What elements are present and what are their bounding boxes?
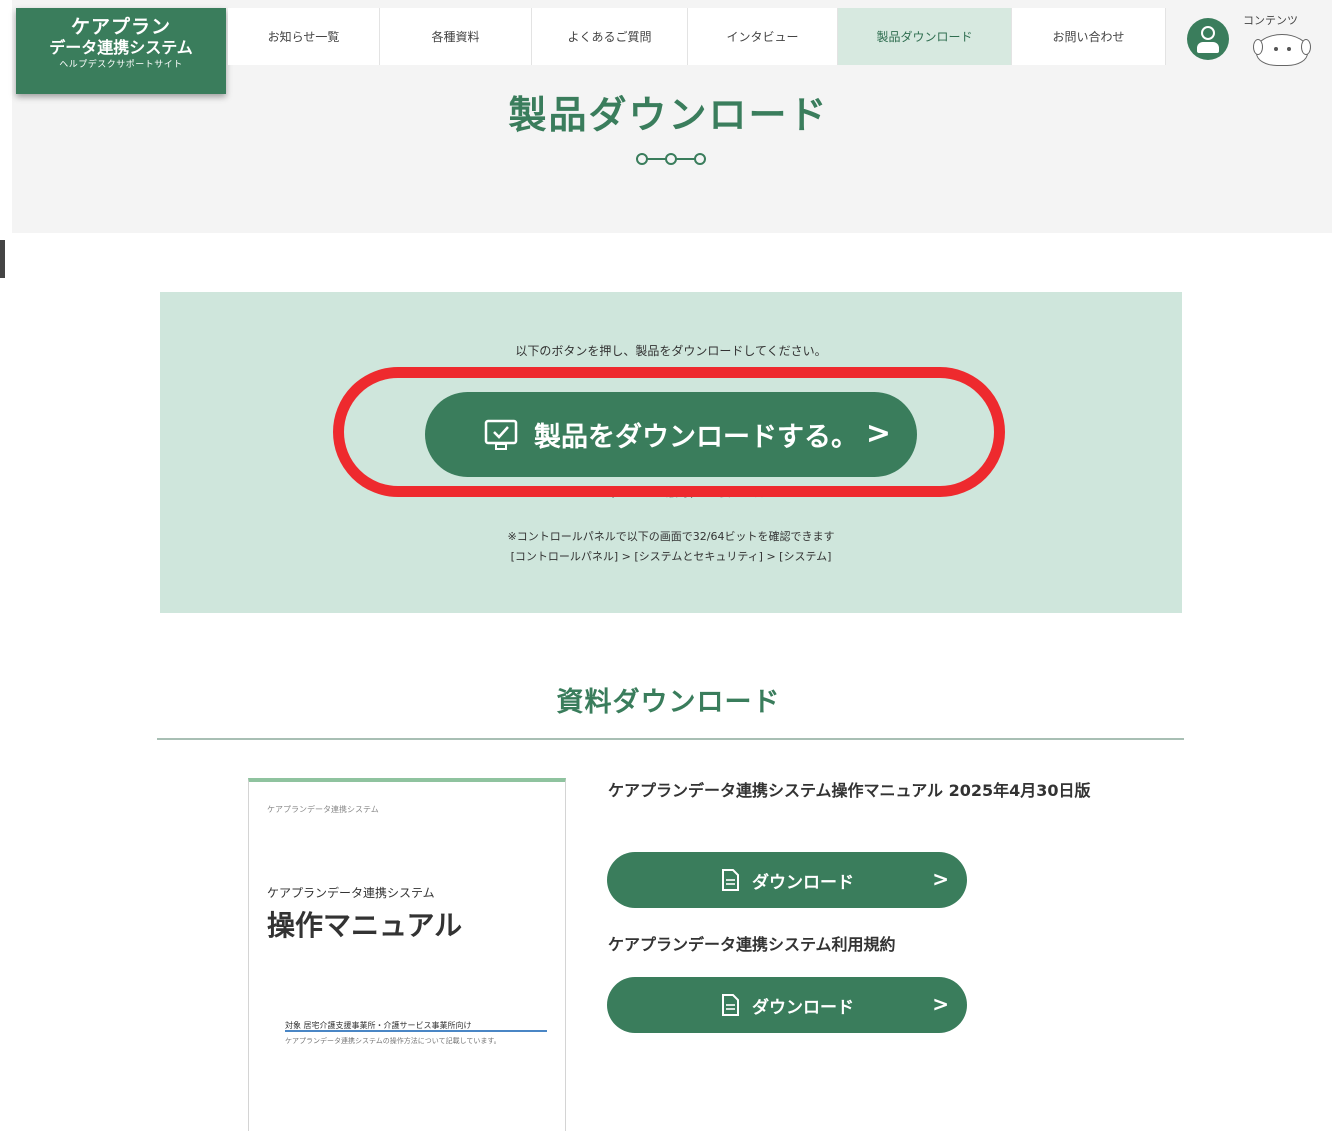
download-instruction: 以下のボタンを押し、製品をダウンロードしてください。 <box>515 344 827 358</box>
section-divider <box>157 738 1184 740</box>
title-decoration-icon <box>636 153 706 165</box>
manual-download-button[interactable]: ダウンロード > <box>607 852 967 908</box>
preview-header-text: ケアプランデータ連携システム <box>267 805 379 814</box>
manual-download-label: ダウンロード <box>752 872 854 893</box>
nav-item-product-download[interactable]: 製品ダウンロード <box>838 8 1012 65</box>
page-title: 製品ダウンロード <box>508 93 829 137</box>
preview-footer-line2: ケアプランデータ連携システムの操作方法について記載しています。 <box>285 1037 501 1045</box>
chevron-right-icon: > <box>932 992 949 1016</box>
manual-cover-preview: ケアプランデータ連携システム ケアプランデータ連携システム 操作マニュアル 対象… <box>248 778 566 1131</box>
user-icon[interactable] <box>1187 18 1229 60</box>
preview-subtitle: ケアプランデータ連携システム <box>267 886 435 900</box>
terms-download-label: ダウンロード <box>752 997 854 1018</box>
manual-title: ケアプランデータ連携システム操作マニュアル 2025年4月30日版 <box>608 781 1091 800</box>
nav-item-news[interactable]: お知らせ一覧 <box>228 8 380 65</box>
terms-title: ケアプランデータ連携システム利用規約 <box>608 935 896 954</box>
product-download-panel: 以下のボタンを押し、製品をダウンロードしてください。 > Windows10(3… <box>160 292 1182 613</box>
nav-item-interview[interactable]: インタビュー <box>688 8 838 65</box>
mascot-label[interactable]: コンテンツ <box>1243 12 1298 28</box>
logo-line1: ケアプラン <box>70 16 171 38</box>
nav-item-documents[interactable]: 各種資料 <box>380 8 532 65</box>
materials-section-title: 資料ダウンロード <box>556 687 781 718</box>
preview-title: 操作マニュアル <box>267 909 463 942</box>
red-highlight-annotation <box>333 367 1005 497</box>
chevron-right-icon: > <box>932 867 949 891</box>
bitness-note: ※コントロールパネルで以下の画面で32/64ビットを確認できます <box>507 530 835 543</box>
bitness-path: [コントロールパネル] > [システムとセキュリティ] > [システム] <box>510 550 832 563</box>
document-icon <box>722 994 739 1016</box>
logo-line2: データ連携システム <box>49 38 193 57</box>
edge-marker <box>0 240 5 278</box>
logo-line3: ヘルプデスクサポートサイト <box>59 60 183 70</box>
nav-item-faq[interactable]: よくあるご質問 <box>532 8 688 65</box>
document-icon <box>722 869 739 891</box>
preview-footer-rule <box>285 1030 547 1032</box>
terms-download-button[interactable]: ダウンロード > <box>607 977 967 1033</box>
site-logo[interactable]: ケアプラン データ連携システム ヘルプデスクサポートサイト <box>16 8 226 94</box>
nav-item-contact[interactable]: お問い合わせ <box>1012 8 1166 65</box>
dog-mascot-icon[interactable] <box>1253 34 1311 66</box>
